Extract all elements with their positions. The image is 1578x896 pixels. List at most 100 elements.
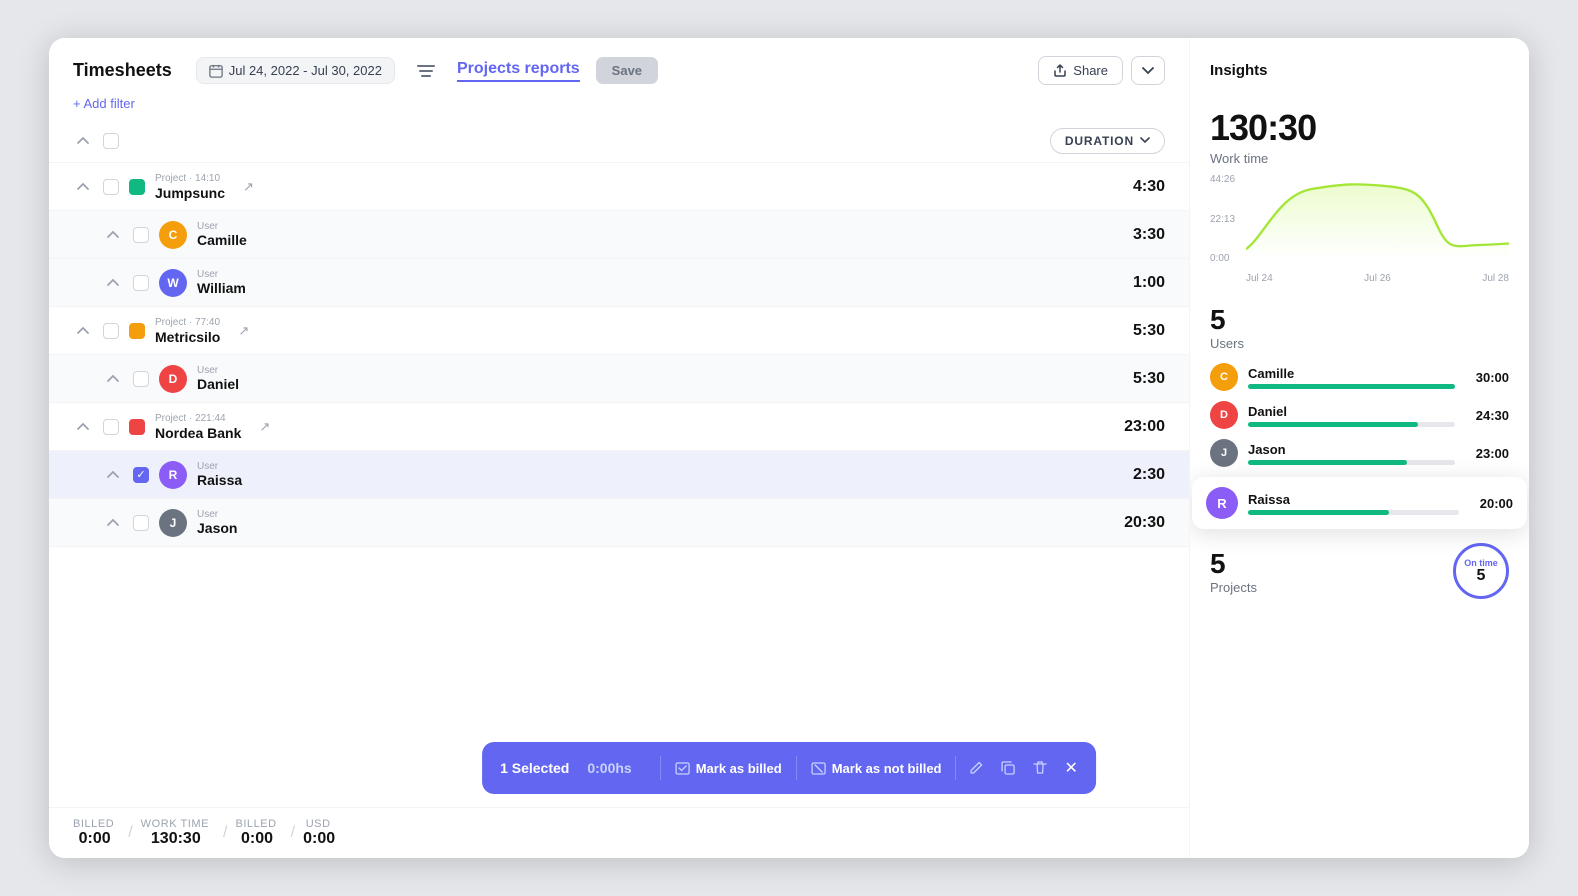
user-checkbox[interactable] bbox=[133, 275, 149, 291]
share-icon bbox=[1053, 64, 1067, 78]
avatar-camille: C bbox=[1210, 363, 1238, 391]
insights-header: Insights bbox=[1210, 62, 1509, 87]
collapse-all-btn[interactable] bbox=[73, 137, 93, 145]
close-action-bar-btn[interactable]: ✕ bbox=[1065, 758, 1078, 778]
project-row-nordea: Project · 221:44 Nordea Bank ↗ 23:00 bbox=[49, 403, 1189, 451]
duplicate-icon bbox=[1001, 760, 1017, 776]
project-duration: 4:30 bbox=[1085, 178, 1165, 196]
user-row-jason: J User Jason 20:30 bbox=[49, 499, 1189, 547]
project-duration: 5:30 bbox=[1085, 322, 1165, 340]
mark-billed-btn[interactable]: Mark as billed bbox=[665, 761, 792, 776]
date-range-label: Jul 24, 2022 - Jul 30, 2022 bbox=[229, 63, 382, 78]
project-color-dot bbox=[129, 419, 145, 435]
user-row-left: C User Camille bbox=[73, 221, 1085, 249]
collapse-user-btn[interactable] bbox=[103, 519, 123, 527]
external-link-icon[interactable]: ↗ bbox=[238, 323, 249, 339]
work-time-label: WORK TIME bbox=[141, 818, 209, 830]
header-right: Share bbox=[1038, 56, 1165, 85]
collapse-project-btn[interactable] bbox=[73, 183, 93, 191]
projects-label: Projects bbox=[1210, 580, 1257, 595]
mark-not-billed-btn[interactable]: Mark as not billed bbox=[801, 761, 952, 776]
user-checkbox[interactable] bbox=[133, 227, 149, 243]
work-time-value: 130:30 bbox=[151, 830, 201, 848]
project-checkbox[interactable] bbox=[103, 323, 119, 339]
project-color-dot bbox=[129, 323, 145, 339]
table-area: DURATION Project · 14:10 bbox=[49, 119, 1189, 807]
project-duration: 23:00 bbox=[1085, 418, 1165, 436]
user-row-camille: C User Camille 3:30 bbox=[49, 211, 1189, 259]
work-time-label: Work time bbox=[1210, 151, 1509, 166]
project-checkbox[interactable] bbox=[103, 179, 119, 195]
action-bar: 1 Selected 0:00hs Mark as billed Mark as… bbox=[482, 742, 1096, 794]
user-avatar-raissa: R bbox=[159, 461, 187, 489]
external-link-icon[interactable]: ↗ bbox=[259, 419, 270, 435]
share-button[interactable]: Share bbox=[1038, 56, 1123, 85]
users-label: Users bbox=[1210, 336, 1509, 351]
user-stat-info-camille: Camille bbox=[1248, 366, 1455, 389]
collapse-user-btn[interactable] bbox=[103, 471, 123, 479]
mark-billed-icon bbox=[675, 761, 690, 776]
chart-y-labels: 44:26 22:13 0:00 bbox=[1210, 174, 1246, 264]
user-duration-camille: 3:30 bbox=[1085, 226, 1165, 244]
duplicate-btn[interactable] bbox=[993, 760, 1025, 776]
delete-btn[interactable] bbox=[1025, 760, 1057, 776]
collapse-project-btn[interactable] bbox=[73, 327, 93, 335]
project-info: Project · 77:40 Metricsilo bbox=[155, 317, 220, 345]
user-stat-info-raissa: Raissa bbox=[1248, 492, 1459, 515]
user-stat-jason: J Jason 23:00 bbox=[1210, 439, 1509, 467]
sort-icon bbox=[1140, 137, 1150, 144]
user-avatar-william: W bbox=[159, 269, 187, 297]
user-checkbox[interactable] bbox=[133, 515, 149, 531]
user-row-left: D User Daniel bbox=[73, 365, 1085, 393]
totals-bar: BILLED 0:00 / WORK TIME 130:30 / BILLED … bbox=[49, 807, 1189, 858]
select-all-checkbox[interactable] bbox=[103, 133, 119, 149]
header: Timesheets Jul 24, 2022 - Jul 30, 2022 P… bbox=[49, 38, 1189, 85]
billed-value: 0:00 bbox=[79, 830, 111, 848]
billed-label: BILLED bbox=[73, 818, 114, 830]
user-row-left: J User Jason bbox=[73, 509, 1085, 537]
project-row-metricsilo: Project · 77:40 Metricsilo ↗ 5:30 bbox=[49, 307, 1189, 355]
user-row-raissa: R User Raissa 2:30 bbox=[49, 451, 1189, 499]
user-stat-camille: C Camille 30:00 bbox=[1210, 363, 1509, 391]
user-duration-jason: 20:30 bbox=[1085, 514, 1165, 532]
projects-footer: 5 Projects On time 5 bbox=[1210, 543, 1509, 599]
collapse-user-btn[interactable] bbox=[103, 231, 123, 239]
table-header: DURATION bbox=[49, 119, 1189, 163]
add-filter-bar: + Add filter bbox=[49, 85, 1189, 119]
project-info: Project · 14:10 Jumpsunc bbox=[155, 173, 225, 201]
project-checkbox[interactable] bbox=[103, 419, 119, 435]
share-dropdown-btn[interactable] bbox=[1131, 56, 1165, 85]
total-time: 130:30 bbox=[1210, 107, 1509, 149]
reports-tab[interactable]: Projects reports bbox=[457, 60, 580, 82]
collapse-user-btn[interactable] bbox=[103, 279, 123, 287]
add-filter-link[interactable]: + Add filter bbox=[73, 96, 135, 111]
project-row-left: Project · 14:10 Jumpsunc ↗ bbox=[73, 173, 1085, 201]
filter-btn[interactable] bbox=[411, 58, 441, 84]
external-link-icon[interactable]: ↗ bbox=[243, 179, 254, 195]
avatar-jason: J bbox=[1210, 439, 1238, 467]
edit-btn[interactable] bbox=[961, 760, 993, 776]
action-bar-time: 0:00hs bbox=[587, 760, 631, 776]
project-color-dot bbox=[129, 179, 145, 195]
user-stat-info-daniel: Daniel bbox=[1248, 404, 1455, 427]
table-header-right: DURATION bbox=[1050, 128, 1165, 154]
user-avatar-daniel: D bbox=[159, 365, 187, 393]
user-checkbox-raissa[interactable] bbox=[133, 467, 149, 483]
collapse-project-btn[interactable] bbox=[73, 423, 93, 431]
duration-sort-btn[interactable]: DURATION bbox=[1050, 128, 1165, 154]
user-info-jason: User Jason bbox=[197, 509, 237, 536]
collapse-user-btn[interactable] bbox=[103, 375, 123, 383]
users-list: C Camille 30:00 D Daniel 24:30 bbox=[1210, 363, 1509, 505]
user-row-left: R User Raissa bbox=[73, 461, 1085, 489]
date-range-btn[interactable]: Jul 24, 2022 - Jul 30, 2022 bbox=[196, 57, 395, 84]
user-duration-daniel: 5:30 bbox=[1085, 370, 1165, 388]
user-avatar-camille: C bbox=[159, 221, 187, 249]
user-row-left: W User William bbox=[73, 269, 1085, 297]
edit-icon bbox=[969, 760, 985, 776]
save-button[interactable]: Save bbox=[596, 57, 658, 84]
billed2-value: 0:00 bbox=[241, 830, 273, 848]
user-stat-daniel: D Daniel 24:30 bbox=[1210, 401, 1509, 429]
project-row-jumpsync: Project · 14:10 Jumpsunc ↗ 4:30 bbox=[49, 163, 1189, 211]
user-checkbox[interactable] bbox=[133, 371, 149, 387]
insights-title: Insights bbox=[1210, 62, 1509, 79]
